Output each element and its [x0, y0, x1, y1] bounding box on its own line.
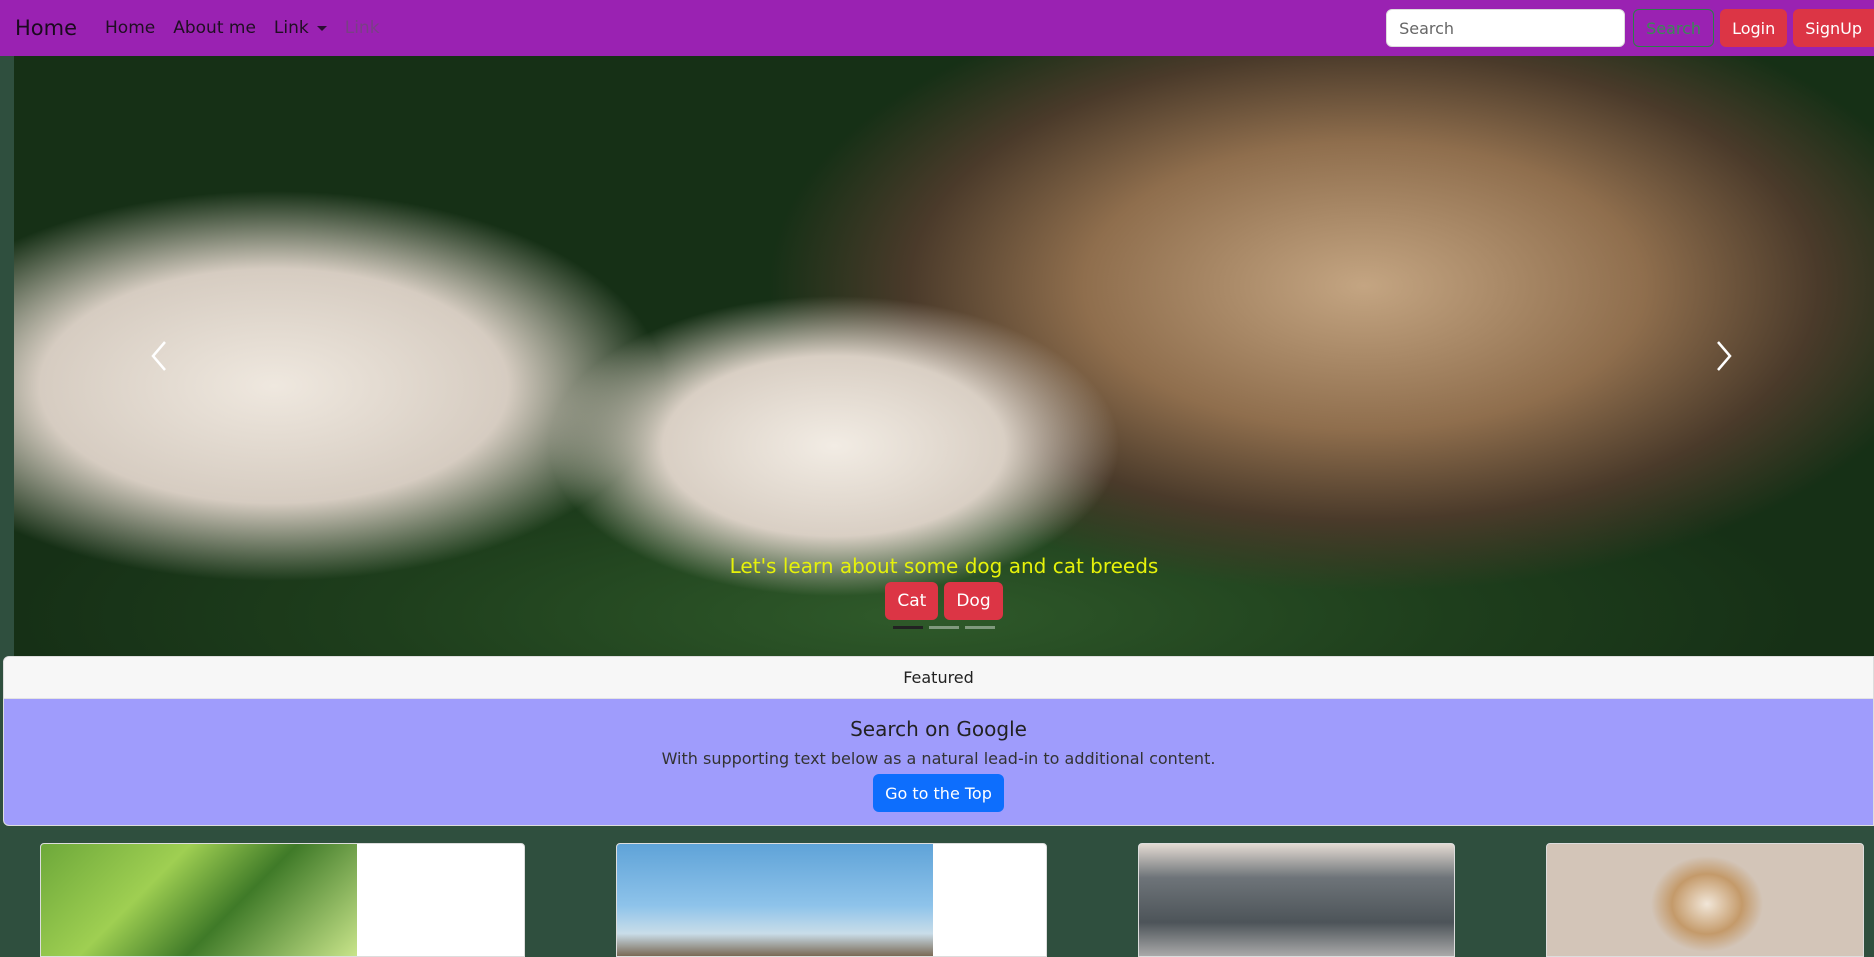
navbar-actions: Search Login SignUp	[1386, 9, 1874, 47]
chevron-right-icon	[1717, 341, 1732, 371]
nav-link-disabled: Link	[344, 18, 380, 38]
caption-text: Let's learn about some dog and cat breed…	[729, 554, 1159, 578]
carousel-prev-button[interactable]	[139, 336, 179, 376]
carousel-caption: Let's learn about some dog and cat breed…	[14, 554, 1874, 620]
dog-button[interactable]: Dog	[944, 582, 1003, 620]
nav-link-home[interactable]: Home	[105, 18, 155, 38]
carousel-next-button[interactable]	[1704, 336, 1744, 376]
search-input[interactable]	[1386, 9, 1626, 47]
hero-carousel: Let's learn about some dog and cat breed…	[14, 56, 1874, 656]
signup-button[interactable]: SignUp	[1793, 9, 1874, 47]
caret-down-icon	[316, 25, 327, 31]
featured-card-title: Search on Google	[850, 717, 1027, 741]
thumbnail-card-4[interactable]	[1546, 843, 1864, 957]
search-button[interactable]: Search	[1633, 9, 1715, 47]
couch-photo	[1139, 844, 1454, 956]
nav-dropdown-label: Link	[273, 18, 309, 38]
thumbnail-card-1[interactable]	[40, 843, 525, 957]
login-button[interactable]: Login	[1720, 9, 1788, 47]
bulldog-puppy-photo	[1547, 844, 1863, 956]
caption-buttons: Cat Dog	[14, 582, 1874, 620]
navbar: Home Home About me Link Link Search Logi…	[0, 0, 1874, 56]
garden-photo	[41, 844, 357, 956]
cat-button[interactable]: Cat	[885, 582, 939, 620]
chevron-left-icon	[151, 341, 166, 371]
featured-card-body: Search on Google With supporting text be…	[4, 699, 1873, 825]
featured-card-header: Featured	[4, 657, 1873, 699]
thumbnail-card-2[interactable]	[616, 843, 1047, 957]
carousel-indicator-2[interactable]	[929, 626, 959, 629]
thumbnail-card-3[interactable]	[1138, 843, 1455, 957]
carousel-indicator-1[interactable]	[893, 626, 923, 629]
carousel-indicators	[14, 626, 1874, 629]
dog-field-photo	[617, 844, 933, 956]
navbar-brand[interactable]: Home	[15, 16, 77, 40]
carousel-indicator-3[interactable]	[965, 626, 995, 629]
nav-dropdown-link[interactable]: Link	[274, 18, 327, 38]
featured-card: Featured Search on Google With supportin…	[3, 656, 1874, 826]
nav-link-about[interactable]: About me	[173, 18, 256, 38]
featured-card-text: With supporting text below as a natural …	[661, 749, 1216, 768]
go-to-top-button[interactable]: Go to the Top	[873, 774, 1004, 812]
